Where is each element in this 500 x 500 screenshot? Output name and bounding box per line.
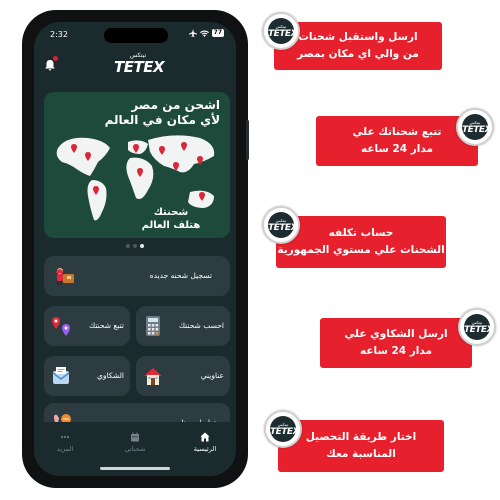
callout-5-line2: المناسبة معك [326, 448, 396, 460]
badge-inner: تيتكس TETEX [270, 416, 300, 442]
nav-item-shipments[interactable]: شحناتي [110, 432, 160, 453]
status-icons: 77 [188, 29, 224, 37]
carousel-dot[interactable] [133, 244, 137, 248]
tetex-badge: تيتكس TETEX [264, 410, 302, 448]
carousel-dot-active[interactable] [140, 244, 144, 248]
track-shipment-card[interactable]: تتبع شحنتك [44, 306, 130, 346]
calculate-shipment-label: احسب شحنتك [178, 321, 224, 330]
nav-more-label: المزيد [56, 445, 74, 453]
power-button [246, 120, 249, 160]
home-indicator [100, 467, 170, 470]
logo-english: TETEX [114, 58, 165, 76]
addresses-card[interactable]: عناويني [136, 356, 230, 396]
badge-inner: تيتكس TETEX [464, 314, 494, 340]
battery-icon: 77 [211, 29, 224, 37]
complaints-card[interactable]: الشكاوي [44, 356, 130, 396]
status-time: 2:32 [50, 30, 68, 39]
callout-collection: اختار طريقة التحصيل المناسبة معك [278, 420, 444, 472]
app-logo: تيتكس TETEX [114, 52, 165, 80]
nav-shipments-label: شحناتي [124, 445, 146, 453]
badge-inner: تيتكس TETEX [268, 18, 298, 44]
callout-complaints: ارسل الشكاوي علي مدار 24 ساعه [320, 318, 472, 368]
callout-1-line2: من والي اي مكان بمصر [297, 48, 419, 60]
bottom-navigation: الرئيسية شحناتي المزيد [34, 422, 236, 476]
app-screen: 2:32 77 تيتكس TETEX اشحن من مصر لأي مكان… [34, 22, 236, 476]
airplane-icon [188, 29, 197, 37]
tetex-badge: تيتكس TETEX [458, 308, 496, 346]
nav-home-label: الرئيسية [193, 445, 217, 453]
new-shipment-label: تسجيل شحنه جديده [149, 271, 212, 280]
banner-title-line1: اشحن من مصر [131, 98, 220, 112]
track-pins-icon [52, 317, 70, 336]
badge-en: TETEX [268, 29, 298, 39]
calculate-shipment-card[interactable]: احسب شحنتك [136, 306, 230, 346]
nav-item-more[interactable]: المزيد [40, 432, 90, 453]
tetex-badge: تيتكس TETEX [262, 206, 300, 244]
addresses-label: عناويني [200, 371, 224, 380]
delivery-person-icon [56, 268, 74, 285]
callout-4-line2: مدار 24 ساعه [360, 345, 432, 357]
callout-3-line2: الشحنات علي مستوي الجمهورية [277, 244, 445, 256]
callout-3-line1: حساب تكلفه [328, 227, 394, 239]
banner-sub-line2: هتلف العالم [141, 220, 201, 231]
badge-en: TETEX [270, 427, 300, 437]
callout-5-line1: اختار طريقة التحصيل [305, 431, 417, 443]
new-shipment-card[interactable]: تسجيل شحنه جديده [44, 256, 230, 296]
mailbox-icon [52, 367, 70, 384]
callout-2-line1: تتبع شحناتك علي [352, 126, 442, 138]
nav-item-home[interactable]: الرئيسية [180, 432, 230, 453]
phone-frame: 2:32 77 تيتكس TETEX اشحن من مصر لأي مكان… [22, 10, 248, 488]
promo-banner[interactable]: اشحن من مصر لأي مكان في العالم شحنتك هتل… [44, 92, 230, 238]
badge-en: TETEX [462, 125, 492, 135]
status-bar: 2:32 77 [34, 22, 236, 48]
complaints-label: الشكاوي [97, 371, 124, 380]
badge-en: TETEX [268, 223, 298, 233]
badge-inner: تيتكس TETEX [268, 212, 298, 238]
carousel-dots[interactable] [126, 244, 144, 248]
dynamic-island [104, 28, 168, 43]
callout-cost: حساب تكلفه الشحنات علي مستوي الجمهورية [276, 216, 446, 268]
callout-4-line1: ارسل الشكاوي علي [344, 328, 448, 340]
carousel-dot[interactable] [126, 244, 130, 248]
callout-2-line2: مدار 24 ساعه [361, 143, 433, 155]
wifi-icon [199, 29, 209, 37]
tetex-badge: تيتكس TETEX [262, 12, 300, 50]
house-icon [144, 368, 162, 385]
callout-track: تتبع شحناتك علي مدار 24 ساعه [316, 116, 478, 166]
notifications-button[interactable] [44, 56, 58, 71]
callout-1-line1: ارسل واستقبل شحنات [298, 31, 418, 43]
calculator-icon [146, 316, 160, 336]
calendar-box-icon [131, 432, 139, 442]
app-header: تيتكس TETEX [34, 48, 236, 88]
banner-sub-line1: شحنتك [153, 207, 189, 218]
banner-subtitle: شحنتك هتلف العالم [126, 206, 216, 232]
home-icon [200, 432, 210, 442]
more-dots-icon [61, 436, 69, 438]
badge-en: TETEX [464, 325, 494, 335]
tetex-badge: تيتكس TETEX [456, 108, 494, 146]
track-shipment-label: تتبع شحنتك [89, 321, 124, 330]
badge-inner: تيتكس TETEX [462, 114, 492, 140]
notification-dot [53, 56, 58, 61]
